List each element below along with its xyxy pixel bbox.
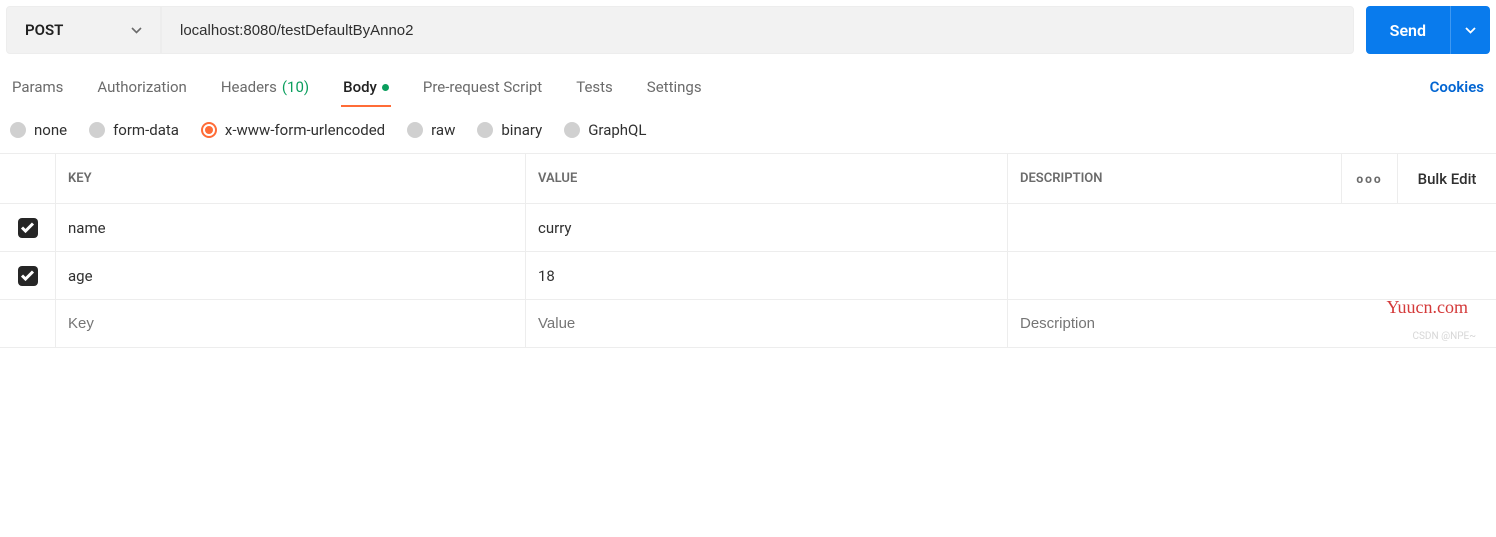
- radio-icon: [407, 122, 423, 138]
- table-row: age 18: [0, 252, 1496, 300]
- tab-count: (10): [282, 78, 309, 96]
- tab-pre-request-script[interactable]: Pre-request Script: [421, 68, 544, 106]
- tab-label: Headers: [221, 78, 277, 96]
- col-description-header: DESCRIPTION: [1008, 154, 1342, 203]
- url-input[interactable]: [180, 22, 1335, 39]
- description-cell[interactable]: [1008, 204, 1342, 251]
- tab-label: Params: [12, 78, 63, 96]
- radio-raw[interactable]: raw: [407, 121, 455, 139]
- tab-body[interactable]: Body: [341, 68, 391, 106]
- params-table: KEY VALUE DESCRIPTION ooo Bulk Edit name…: [0, 153, 1496, 348]
- radio-icon: [201, 122, 217, 138]
- modified-dot-icon: [382, 84, 389, 91]
- radio-x-www-form-urlencoded[interactable]: x-www-form-urlencoded: [201, 121, 385, 139]
- radio-icon: [89, 122, 105, 138]
- tab-label: Body: [343, 78, 377, 96]
- key-cell[interactable]: name: [56, 204, 526, 251]
- cell-text: name: [68, 219, 106, 237]
- request-bar: POST Send: [0, 0, 1496, 60]
- radio-graphql[interactable]: GraphQL: [564, 121, 646, 139]
- radio-icon: [477, 122, 493, 138]
- row-checkbox-cell: [0, 252, 56, 299]
- more-options-icon[interactable]: ooo: [1342, 154, 1398, 203]
- bulk-edit-button[interactable]: Bulk Edit: [1398, 154, 1496, 203]
- method-label: POST: [25, 21, 63, 39]
- description-input[interactable]: [1020, 315, 1330, 332]
- value-cell[interactable]: curry: [526, 204, 1008, 251]
- send-dropdown-icon[interactable]: [1450, 6, 1490, 54]
- description-input-cell[interactable]: [1008, 300, 1342, 347]
- send-button-label: Send: [1366, 21, 1450, 40]
- radio-none[interactable]: none: [10, 121, 67, 139]
- watermark: Yuucn.com: [1387, 297, 1468, 318]
- tab-label: Authorization: [97, 78, 186, 96]
- value-input-cell[interactable]: [526, 300, 1008, 347]
- tab-tests[interactable]: Tests: [574, 68, 615, 106]
- radio-label: x-www-form-urlencoded: [225, 121, 385, 139]
- key-cell[interactable]: age: [56, 252, 526, 299]
- radio-label: raw: [431, 121, 455, 139]
- check-icon: [21, 222, 34, 233]
- radio-label: form-data: [113, 121, 179, 139]
- tab-params[interactable]: Params: [10, 68, 65, 106]
- radio-icon: [10, 122, 26, 138]
- tab-authorization[interactable]: Authorization: [95, 68, 188, 106]
- key-input[interactable]: [68, 315, 513, 332]
- row-checkbox[interactable]: [18, 218, 38, 238]
- tab-label: Settings: [647, 78, 702, 96]
- check-icon: [21, 270, 34, 281]
- radio-binary[interactable]: binary: [477, 121, 542, 139]
- table-row: name curry: [0, 204, 1496, 252]
- tab-settings[interactable]: Settings: [645, 68, 704, 106]
- col-value-header: VALUE: [526, 154, 1008, 203]
- url-input-wrapper: [161, 6, 1354, 54]
- tab-label: Tests: [576, 78, 613, 96]
- key-input-cell[interactable]: [56, 300, 526, 347]
- body-type-selector: none form-data x-www-form-urlencoded raw…: [0, 107, 1496, 153]
- cell-text: 18: [538, 267, 555, 285]
- tab-headers[interactable]: Headers (10): [219, 68, 311, 106]
- row-checkbox-cell: [0, 204, 56, 251]
- radio-label: binary: [501, 121, 542, 139]
- tabs-bar: Params Authorization Headers (10) Body P…: [0, 60, 1496, 107]
- table-header: KEY VALUE DESCRIPTION ooo Bulk Edit: [0, 154, 1496, 204]
- radio-label: none: [34, 121, 67, 139]
- radio-form-data[interactable]: form-data: [89, 121, 179, 139]
- method-select[interactable]: POST: [6, 6, 161, 54]
- cell-text: curry: [538, 219, 572, 237]
- send-button[interactable]: Send: [1366, 6, 1490, 54]
- cookies-link[interactable]: Cookies: [1428, 68, 1486, 106]
- cell-text: age: [68, 267, 93, 285]
- row-checkbox-cell: [0, 300, 56, 347]
- row-checkbox[interactable]: [18, 266, 38, 286]
- value-input[interactable]: [538, 315, 995, 332]
- col-key-header: KEY: [56, 154, 526, 203]
- tab-label: Pre-request Script: [423, 78, 542, 96]
- cookies-label: Cookies: [1430, 78, 1484, 96]
- radio-icon: [564, 122, 580, 138]
- col-check-header: [0, 154, 56, 203]
- csdn-credit: CSDN @NPE~: [1412, 331, 1476, 342]
- description-cell[interactable]: [1008, 252, 1342, 299]
- radio-label: GraphQL: [588, 121, 646, 139]
- value-cell[interactable]: 18: [526, 252, 1008, 299]
- chevron-down-icon: [131, 22, 142, 38]
- table-row-empty: [0, 300, 1496, 348]
